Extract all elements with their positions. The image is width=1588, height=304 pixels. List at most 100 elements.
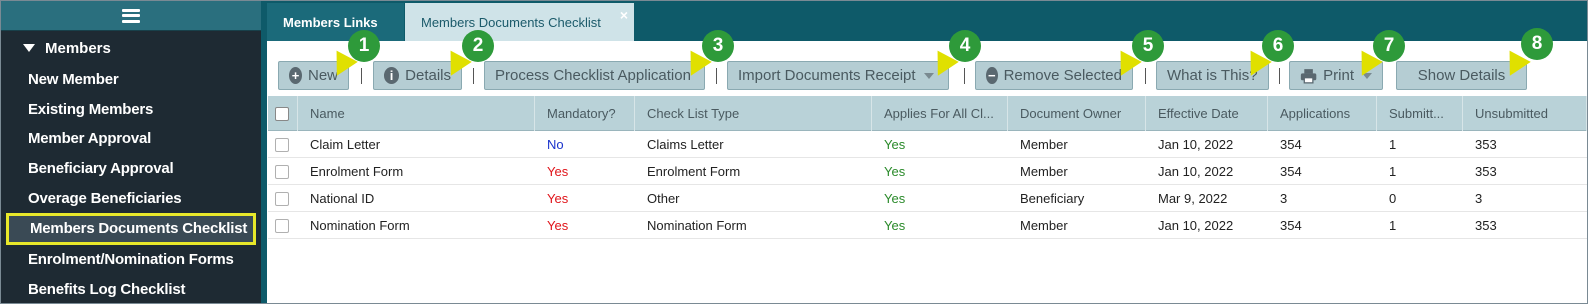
sidebar-item-benefits-log-checklist[interactable]: Benefits Log Checklist <box>1 275 261 304</box>
row-select-cell <box>268 185 298 212</box>
cell-name: Claim Letter <box>310 137 381 152</box>
cell-unsubmitted: 353 <box>1475 137 1497 152</box>
toolbar-separator <box>361 68 362 84</box>
info-circle-icon: i <box>384 67 400 84</box>
cell-document-owner: Member <box>1020 137 1068 152</box>
cell-mandatory: No <box>547 137 564 152</box>
sidebar-item-existing-members[interactable]: Existing Members <box>1 95 261 125</box>
cell-mandatory: Yes <box>547 191 569 206</box>
sidebar-item-new-member[interactable]: New Member <box>1 65 261 95</box>
toolbar-separator <box>964 68 965 84</box>
cell-applies-for-all: Yes <box>884 191 906 206</box>
annotation-badge-4: 4 <box>949 30 981 62</box>
column-header-document-owner[interactable]: Document Owner <box>1008 96 1146 131</box>
row-checkbox[interactable] <box>275 137 289 152</box>
cell-effective-date: Mar 9, 2022 <box>1158 191 1228 206</box>
cell-check-list-type: Enrolment Form <box>647 164 741 179</box>
print-button-label: Print <box>1323 67 1354 84</box>
column-header-effective-date[interactable]: Effective Date <box>1146 96 1268 131</box>
toolbar-separator <box>1145 68 1146 84</box>
table-row[interactable]: Claim Letter No Claims Letter Yes Member… <box>268 131 1587 158</box>
minus-circle-icon: − <box>986 67 998 84</box>
cell-applications: 354 <box>1280 137 1302 152</box>
cell-applications: 3 <box>1280 191 1288 206</box>
menu-icon[interactable] <box>122 8 140 23</box>
sidebar-header <box>1 1 261 31</box>
cell-mandatory: Yes <box>547 164 569 179</box>
tab-members-links[interactable]: Members Links <box>267 3 404 41</box>
column-header-mandatory[interactable]: Mandatory? <box>535 96 635 131</box>
sidebar-item-members-documents-checklist[interactable]: Members Documents Checklist <box>6 212 256 245</box>
cell-applications: 354 <box>1280 164 1302 179</box>
cell-document-owner: Member <box>1020 218 1068 233</box>
process-button-label: Process Checklist Application <box>495 67 691 84</box>
annotation-badge-8: 8 <box>1521 28 1553 60</box>
sidebar-section-members[interactable]: Members <box>1 31 261 65</box>
row-select-cell <box>268 131 298 158</box>
column-header-unsubmitted[interactable]: Unsubmitted <box>1463 96 1587 131</box>
close-icon[interactable]: × <box>620 7 628 23</box>
annotation-badge-6: 6 <box>1262 30 1294 62</box>
table-row[interactable]: National ID Yes Other Yes Beneficiary Ma… <box>268 185 1587 212</box>
row-select-cell <box>268 158 298 185</box>
row-checkbox[interactable] <box>275 191 289 206</box>
show-details-button-label: Show Details <box>1417 67 1506 84</box>
column-header-name[interactable]: Name <box>298 96 535 131</box>
cell-check-list-type: Other <box>647 191 680 206</box>
select-all-checkbox[interactable] <box>275 106 289 121</box>
cell-submitted: 0 <box>1389 191 1397 206</box>
sidebar-item-beneficiary-approval[interactable]: Beneficiary Approval <box>1 154 261 184</box>
import-documents-receipt-button[interactable]: Import Documents Receipt <box>727 61 949 90</box>
column-header-submitted[interactable]: Submitt... <box>1377 96 1463 131</box>
remove-selected-button[interactable]: − Remove Selected <box>975 61 1133 90</box>
column-header-check-list-type[interactable]: Check List Type <box>635 96 872 131</box>
process-checklist-application-button[interactable]: Process Checklist Application <box>484 61 705 90</box>
annotation-badge-3: 3 <box>702 30 734 62</box>
cell-name: National ID <box>310 191 375 206</box>
row-checkbox[interactable] <box>275 164 289 179</box>
sidebar-item-enrolment-nomination-forms[interactable]: Enrolment/Nomination Forms <box>1 245 261 275</box>
cell-unsubmitted: 353 <box>1475 164 1497 179</box>
sidebar: Members New Member Existing Members Memb… <box>1 1 261 303</box>
column-header-applications[interactable]: Applications <box>1268 96 1377 131</box>
remove-button-label: Remove Selected <box>1003 67 1122 84</box>
cell-applies-for-all: Yes <box>884 218 906 233</box>
tab-members-documents-checklist[interactable]: Members Documents Checklist × <box>405 3 634 41</box>
printer-icon <box>1300 68 1317 84</box>
cell-submitted: 1 <box>1389 218 1397 233</box>
cell-applications: 354 <box>1280 218 1302 233</box>
cell-effective-date: Jan 10, 2022 <box>1158 137 1234 152</box>
sidebar-section-label: Members <box>45 39 111 57</box>
tab-label: Members Documents Checklist <box>421 14 601 30</box>
table-row[interactable]: Enrolment Form Yes Enrolment Form Yes Me… <box>268 158 1587 185</box>
cell-name: Enrolment Form <box>310 164 404 179</box>
chevron-down-icon <box>923 72 934 79</box>
cell-document-owner: Member <box>1020 164 1068 179</box>
plus-circle-icon: + <box>289 67 302 84</box>
cell-mandatory: Yes <box>547 218 569 233</box>
cell-document-owner: Beneficiary <box>1020 191 1085 206</box>
cell-submitted: 1 <box>1389 137 1397 152</box>
toolbar-separator <box>1279 68 1280 84</box>
caret-down-icon <box>23 44 35 52</box>
cell-applies-for-all: Yes <box>884 164 906 179</box>
sidebar-item-member-approval[interactable]: Member Approval <box>1 124 261 154</box>
tab-label: Members Links <box>283 14 378 30</box>
cell-unsubmitted: 3 <box>1475 191 1483 206</box>
toolbar-separator <box>473 68 474 84</box>
annotation-badge-1: 1 <box>348 30 380 62</box>
table-row[interactable]: Nomination Form Yes Nomination Form Yes … <box>268 212 1587 239</box>
sidebar-item-overage-beneficiaries[interactable]: Overage Beneficiaries <box>1 183 261 213</box>
import-button-label: Import Documents Receipt <box>738 67 916 84</box>
row-select-cell <box>268 212 298 239</box>
cell-effective-date: Jan 10, 2022 <box>1158 164 1234 179</box>
cell-check-list-type: Nomination Form <box>647 218 747 233</box>
cell-submitted: 1 <box>1389 164 1397 179</box>
cell-effective-date: Jan 10, 2022 <box>1158 218 1234 233</box>
column-header-applies-for-all[interactable]: Applies For All Cl... <box>872 96 1008 131</box>
row-checkbox[interactable] <box>275 218 289 233</box>
annotation-badge-2: 2 <box>462 30 494 62</box>
annotation-badge-5: 5 <box>1132 30 1164 62</box>
toolbar-separator <box>716 68 717 84</box>
select-all-cell <box>268 96 298 131</box>
